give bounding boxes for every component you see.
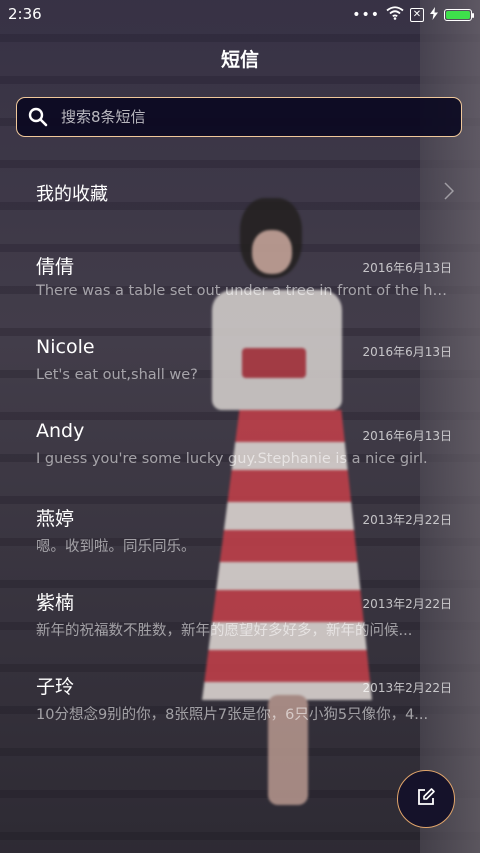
page-title: 短信 [220,49,259,71]
message-item[interactable]: 子玲 2013年2月22日 10分想念9别的你，8张照片7张是你，6只小狗5只像… [0,672,480,752]
message-preview: I guess you're some lucky guy.Stephanie … [36,451,428,467]
message-preview: Let's eat out,shall we? [36,367,198,383]
message-preview: 新年的祝福数不胜数，新年的愿望好多好多，新年的问候... [36,623,413,639]
more-notifications-icon: ••• [352,7,380,23]
compose-button[interactable] [397,770,455,828]
compose-icon [416,787,436,811]
chevron-right-icon [444,182,455,204]
battery-level [446,11,470,19]
favorites-row[interactable]: 我的收藏 [0,170,480,212]
message-sender: Andy [36,420,85,442]
message-item[interactable]: 燕婷 2013年2月22日 嗯。收到啦。同乐同乐。 [0,504,480,584]
message-item[interactable]: 倩倩 2016年6月13日 There was a table set out … [0,252,480,332]
status-icons: ••• ✕ [352,6,474,24]
message-preview: There was a table set out under a tree i… [36,283,452,299]
search-input[interactable] [59,107,423,127]
message-preview: 10分想念9别的你，8张照片7张是你，6只小狗5只像你，4... [36,707,429,723]
status-bar: 2:36 ••• ✕ [0,0,480,28]
message-sender: Nicole [36,336,95,358]
message-sender: 紫楠 [36,592,75,614]
wifi-icon [386,6,404,24]
message-date: 2016年6月13日 [362,261,452,275]
search-box[interactable] [16,97,462,137]
message-sender: 燕婷 [36,508,75,530]
favorites-label: 我的收藏 [36,184,108,205]
message-preview: 嗯。收到啦。同乐同乐。 [36,539,196,555]
message-date: 2016年6月13日 [362,345,452,359]
message-item[interactable]: 紫楠 2013年2月22日 新年的祝福数不胜数，新年的愿望好多好多，新年的问候.… [0,588,480,668]
message-sender: 子玲 [36,676,75,698]
message-item[interactable]: Andy 2016年6月13日 I guess you're some luck… [0,420,480,500]
battery-icon [444,9,474,21]
message-date: 2013年2月22日 [362,513,452,527]
message-date: 2013年2月22日 [362,597,452,611]
charging-icon [430,6,438,24]
message-sender: 倩倩 [36,256,75,278]
message-date: 2013年2月22日 [362,681,452,695]
message-item[interactable]: Nicole 2016年6月13日 Let's eat out,shall we… [0,336,480,416]
search-icon [27,106,49,128]
message-date: 2016年6月13日 [362,429,452,443]
no-sim-icon: ✕ [410,8,424,22]
status-time: 2:36 [8,5,42,23]
